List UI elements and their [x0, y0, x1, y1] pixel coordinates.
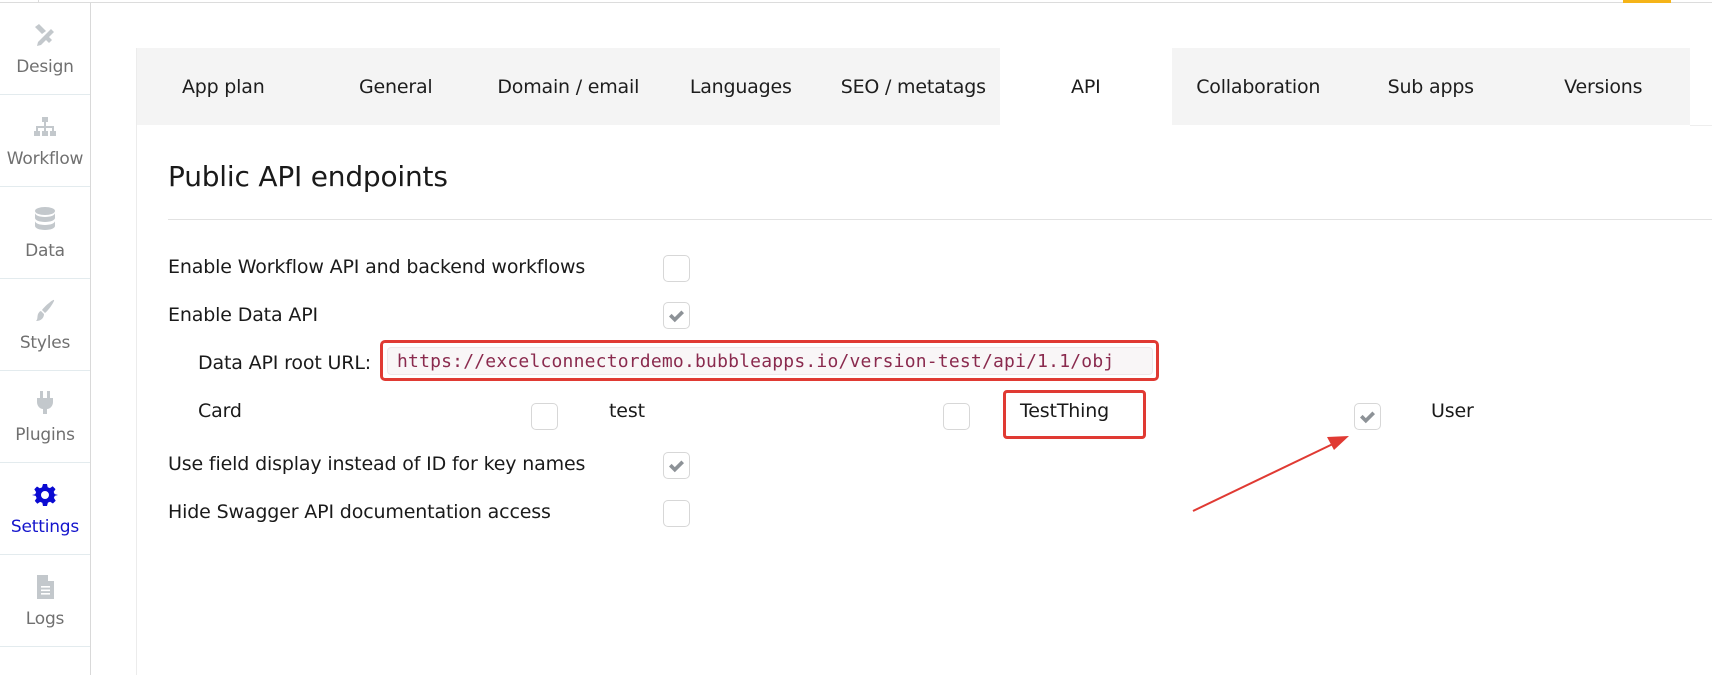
sidebar-item-design[interactable]: Design: [0, 3, 90, 95]
data-type-card-checkbox[interactable]: [531, 403, 558, 430]
annotation-testthing-box: [1003, 390, 1146, 439]
settings-tabs: App plan General Domain / email Language…: [137, 48, 1690, 125]
document-icon: [31, 573, 59, 601]
data-api-label: Enable Data API: [168, 304, 318, 326]
tab-general[interactable]: General: [310, 48, 483, 125]
sidebar-item-logs[interactable]: Logs: [0, 555, 90, 647]
top-divider-tick: [38, 0, 39, 2]
database-icon: [31, 205, 59, 233]
sidebar-item-data[interactable]: Data: [0, 187, 90, 279]
sidebar: Design Workflow Data Styles Plugins Sett…: [0, 3, 91, 675]
data-api-url-label: Data API root URL:: [198, 352, 372, 374]
hide-swagger-checkbox[interactable]: [663, 500, 690, 527]
checkmark-icon: [1360, 411, 1375, 423]
data-type-test-label: test: [609, 400, 645, 422]
annotation-url-box: [380, 340, 1159, 381]
sidebar-item-label: Workflow: [6, 149, 84, 169]
field-display-label: Use field display instead of ID for key …: [168, 453, 586, 475]
data-api-checkbox[interactable]: [663, 302, 690, 329]
workflow-icon: [31, 113, 59, 141]
data-type-user-label: User: [1431, 400, 1474, 422]
top-accent-bar: [1623, 0, 1671, 3]
tab-domain-email[interactable]: Domain / email: [482, 48, 655, 125]
annotation-arrow-line: [1192, 441, 1338, 512]
sidebar-item-label: Design: [16, 57, 74, 77]
top-border: [0, 2, 1712, 3]
tab-seo-metatags[interactable]: SEO / metatags: [827, 48, 1000, 125]
tab-versions[interactable]: Versions: [1517, 48, 1690, 125]
annotation-arrow-head: [1327, 436, 1349, 450]
tab-sub-apps[interactable]: Sub apps: [1345, 48, 1518, 125]
data-type-testthing-checkbox[interactable]: [1354, 403, 1381, 430]
tabbar-underline: [1690, 125, 1712, 126]
sidebar-item-plugins[interactable]: Plugins: [0, 371, 90, 463]
data-type-test-checkbox[interactable]: [943, 403, 970, 430]
section-divider: [168, 219, 1712, 220]
plug-icon: [31, 389, 59, 417]
tab-languages[interactable]: Languages: [655, 48, 828, 125]
data-type-card-label: Card: [198, 400, 242, 422]
page-title: Public API endpoints: [168, 160, 448, 193]
gear-icon: [31, 481, 59, 509]
sidebar-item-label: Styles: [19, 333, 71, 353]
brush-icon: [31, 297, 59, 325]
tab-collaboration[interactable]: Collaboration: [1172, 48, 1345, 125]
sidebar-item-label: Logs: [25, 609, 65, 629]
tab-app-plan[interactable]: App plan: [137, 48, 310, 125]
tab-api[interactable]: API: [999, 48, 1172, 125]
sidebar-item-settings[interactable]: Settings: [0, 463, 90, 555]
checkmark-icon: [669, 310, 684, 322]
sidebar-item-styles[interactable]: Styles: [0, 279, 90, 371]
sidebar-item-label: Data: [25, 241, 65, 261]
design-icon: [31, 21, 59, 49]
sidebar-item-label: Plugins: [15, 425, 75, 445]
hide-swagger-label: Hide Swagger API documentation access: [168, 501, 551, 523]
checkmark-icon: [669, 460, 684, 472]
workflow-api-checkbox[interactable]: [663, 255, 690, 282]
sidebar-item-label: Settings: [10, 517, 80, 537]
settings-panel: App plan General Domain / email Language…: [136, 48, 1712, 675]
workflow-api-label: Enable Workflow API and backend workflow…: [168, 256, 586, 278]
sidebar-item-workflow[interactable]: Workflow: [0, 95, 90, 187]
field-display-checkbox[interactable]: [663, 452, 690, 479]
